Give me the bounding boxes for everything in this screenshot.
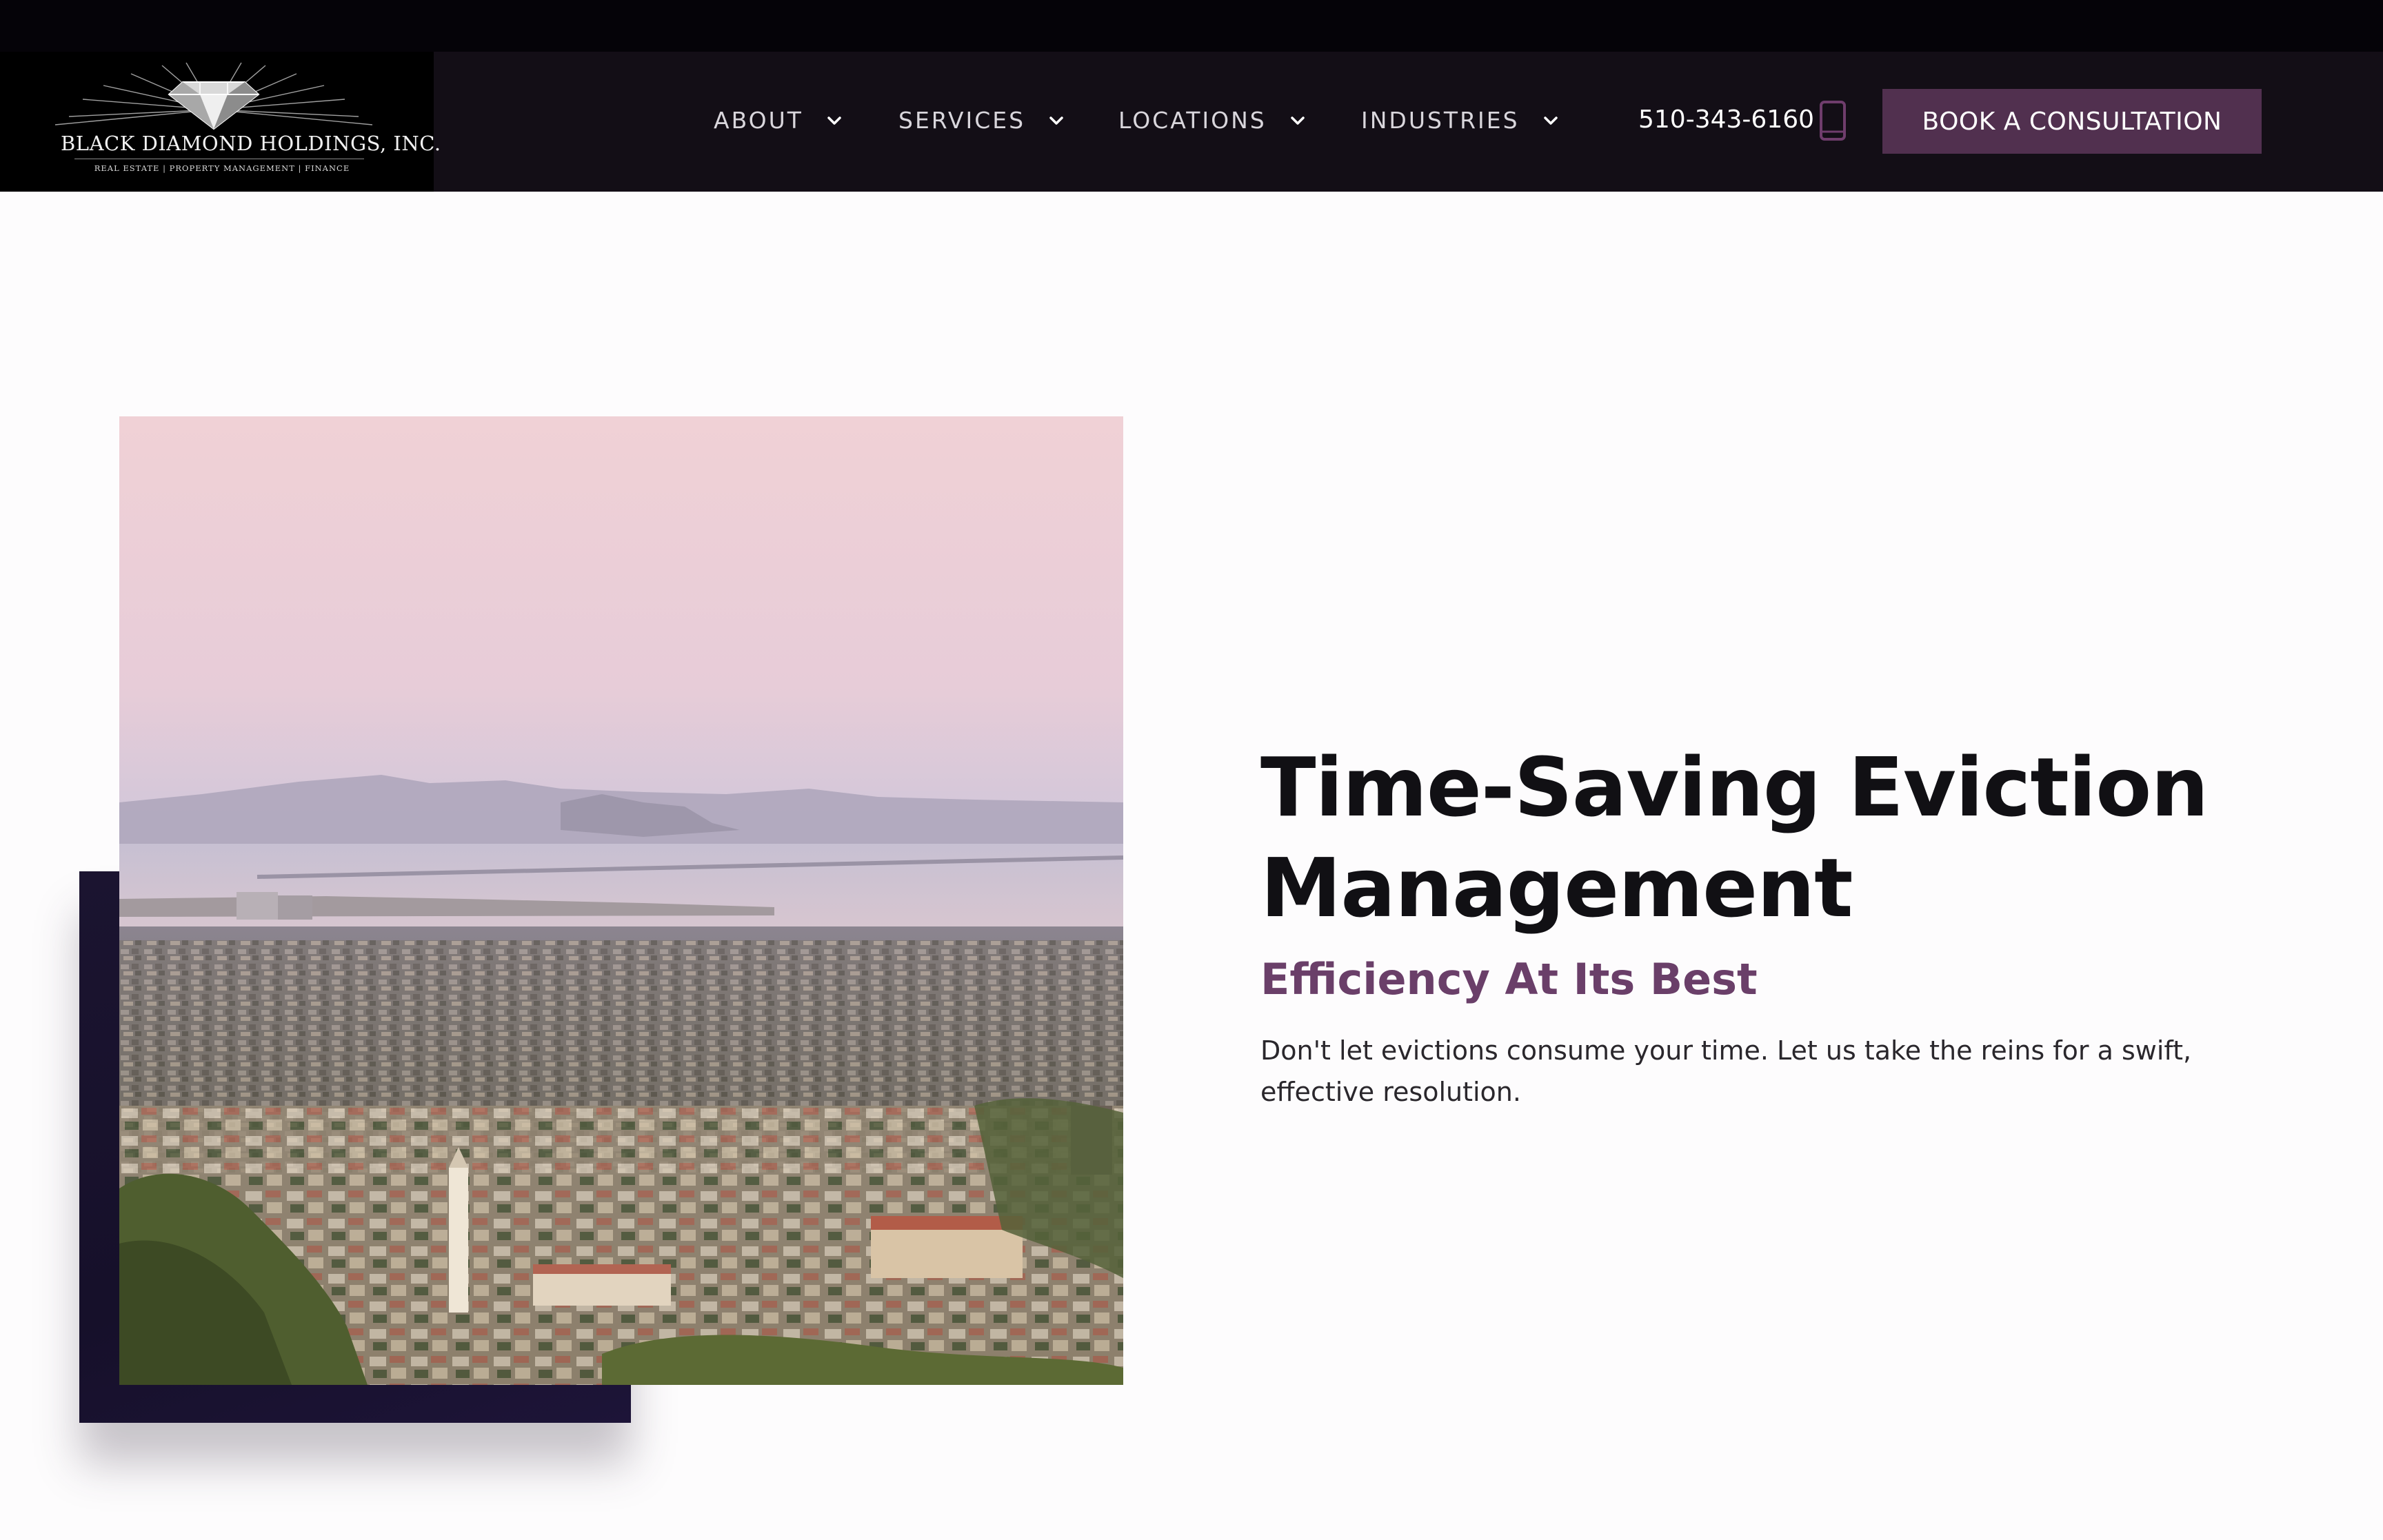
chevron-down-icon [827,116,841,125]
chevron-down-icon [1049,116,1063,125]
phone-icon[interactable] [1818,100,1848,141]
nav-item-about[interactable]: ABOUT [714,107,845,134]
hero-title: Time-Saving Eviction Management [1260,740,2209,936]
site-header: BLACK DIAMOND HOLDINGS, INC. REAL ESTATE… [0,52,2383,192]
logo-link[interactable]: BLACK DIAMOND HOLDINGS, INC. REAL ESTATE… [0,52,441,192]
nav-item-services[interactable]: SERVICES [898,107,1067,134]
brand-name: BLACK DIAMOND HOLDINGS, INC. [61,132,441,155]
nav-item-label: SERVICES [898,107,1026,134]
nav-item-industries[interactable]: INDUSTRIES [1361,107,1561,134]
hero-subtitle: Efficiency At Its Best [1260,954,1758,1005]
chevron-down-icon [1291,116,1305,125]
nav-item-locations[interactable]: LOCATIONS [1118,107,1308,134]
book-consultation-button[interactable]: BOOK A CONSULTATION [1882,89,2262,154]
phone-link[interactable]: 510-343-6160 [1638,105,1814,134]
brand-tagline: REAL ESTATE | PROPERTY MANAGEMENT | FINA… [94,163,350,173]
nav-item-label: LOCATIONS [1118,107,1267,134]
hero-image [119,416,1123,1385]
hero-description: Don't let evictions consume your time. L… [1260,1035,2192,1107]
nav-item-label: INDUSTRIES [1361,107,1520,134]
nav-item-label: ABOUT [714,107,803,134]
chevron-down-icon [1543,116,1558,125]
top-strip [0,0,2383,52]
diamond-logo-icon [54,62,373,130]
